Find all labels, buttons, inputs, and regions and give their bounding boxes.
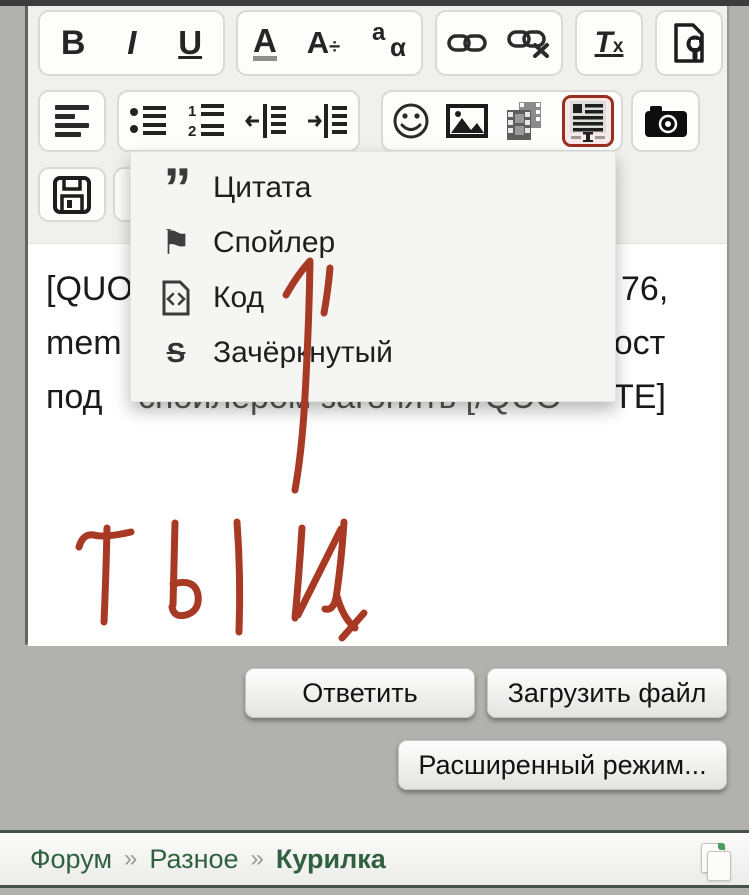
menu-item-quote[interactable]: ” Цитата — [131, 160, 615, 215]
breadcrumb-link-forum[interactable]: Форум — [30, 844, 112, 875]
list-group: 1 2 — [117, 90, 360, 152]
page-sheet-front — [707, 851, 731, 881]
bold-button[interactable]: B — [61, 24, 86, 63]
editor-panel: B I U A A÷ a α Tx — [25, 6, 729, 645]
quote-icon: ” — [153, 178, 199, 198]
block-format-button[interactable] — [562, 95, 614, 147]
breadcrumb-separator: » — [124, 845, 137, 873]
change-case-button[interactable]: a α — [370, 23, 406, 63]
floppy-icon — [53, 176, 91, 214]
align-left-icon — [55, 105, 89, 137]
quote-bbcode-fragment: ТЕ] — [613, 378, 666, 417]
pages-copy-icon[interactable] — [699, 843, 733, 883]
camera-button[interactable] — [631, 90, 700, 152]
image-icon[interactable] — [446, 104, 488, 138]
quote-bbcode-fragment: 76, — [621, 270, 668, 309]
menu-item-code[interactable]: Код — [131, 270, 615, 325]
menu-item-strikethrough[interactable]: S Зачёркнутый — [131, 325, 615, 380]
remove-format-button[interactable]: Tx — [575, 10, 643, 76]
breadcrumb-bar: Форум » Разное » Курилка — [0, 830, 749, 888]
italic-button[interactable]: I — [127, 24, 136, 62]
quote-bbcode-fragment: под — [46, 378, 102, 417]
page-settings-button[interactable] — [655, 10, 723, 76]
media-group — [381, 90, 623, 152]
save-button[interactable] — [38, 167, 106, 222]
align-button[interactable] — [38, 90, 106, 152]
reply-button[interactable]: Ответить — [245, 668, 475, 718]
svg-text:2: 2 — [188, 123, 196, 140]
remove-link-icon[interactable] — [507, 28, 551, 58]
font-group: A A÷ a α — [236, 10, 423, 76]
breadcrumb-link-misc[interactable]: Разное — [149, 844, 238, 875]
font-size-button[interactable]: A÷ — [307, 25, 340, 61]
smiley-icon[interactable] — [391, 101, 431, 141]
camera-icon — [644, 104, 688, 138]
strikethrough-icon: S — [153, 337, 199, 369]
case-small-letter: a — [372, 19, 385, 47]
quote-bbcode-fragment: mem — [46, 324, 122, 363]
block-format-dropdown: ” Цитата ⚑ Спойлер Код S Зачёркнутый — [130, 151, 616, 402]
block-format-icon — [569, 100, 607, 142]
outdent-icon[interactable] — [245, 102, 287, 140]
menu-item-spoiler[interactable]: ⚑ Спойлер — [131, 215, 615, 270]
page-wrench-icon — [671, 22, 707, 64]
breadcrumb-separator: » — [251, 845, 264, 873]
breadcrumb-current-page: Курилка — [276, 844, 386, 875]
svg-text:1: 1 — [188, 103, 196, 120]
insert-link-icon[interactable] — [447, 29, 487, 57]
bullet-list-icon[interactable] — [129, 103, 167, 139]
code-icon — [153, 280, 199, 316]
link-group — [435, 10, 563, 76]
indent-icon[interactable] — [306, 102, 348, 140]
font-color-button[interactable]: A — [253, 25, 277, 61]
case-alpha-letter: α — [390, 32, 406, 63]
upload-file-button[interactable]: Загрузить файл — [487, 668, 727, 718]
flag-icon: ⚑ — [153, 223, 199, 263]
underline-button[interactable]: U — [178, 24, 202, 62]
numbered-list-icon[interactable]: 1 2 — [186, 102, 226, 140]
format-group: B I U — [38, 10, 225, 76]
advanced-mode-button[interactable]: Расширенный режим... — [398, 740, 727, 790]
film-icon[interactable] — [503, 100, 547, 142]
green-dot — [718, 843, 725, 850]
